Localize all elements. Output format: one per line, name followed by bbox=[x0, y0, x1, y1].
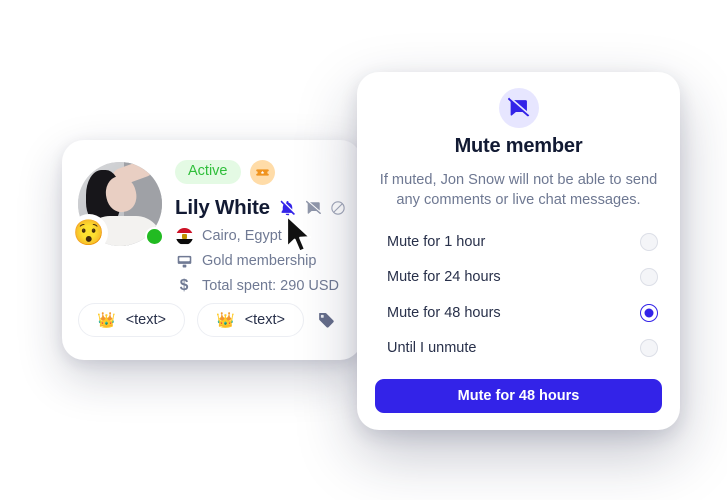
status-row: Active bbox=[175, 158, 362, 186]
tag-icon[interactable] bbox=[316, 310, 337, 331]
flag-egypt-icon bbox=[175, 227, 193, 245]
option-mute-24-hours[interactable]: Mute for 24 hours bbox=[387, 260, 658, 296]
option-label: Mute for 1 hour bbox=[387, 233, 486, 250]
info-row-location: Cairo, Egypt bbox=[175, 226, 362, 246]
screenshot-canvas: 😯 Active Lily White Cairo, Egypt Gold me… bbox=[0, 0, 727, 500]
presence-online-indicator bbox=[145, 227, 164, 246]
member-details: Active Lily White Cairo, Egypt Gold memb… bbox=[175, 158, 362, 296]
crown-icon: 👑 bbox=[216, 311, 235, 329]
option-label: Until I unmute bbox=[387, 340, 477, 357]
tags-row: 👑 <text> 👑 <text> bbox=[78, 303, 337, 337]
dialog-title: Mute member bbox=[454, 135, 583, 157]
radio-until-i-unmute[interactable] bbox=[640, 339, 658, 358]
info-row-membership: Gold membership bbox=[175, 251, 362, 271]
crown-icon: 👑 bbox=[97, 311, 116, 329]
ticket-star-icon[interactable] bbox=[249, 159, 275, 185]
radio-mute-1-hour[interactable] bbox=[640, 232, 658, 251]
location-text: Cairo, Egypt bbox=[202, 228, 282, 244]
member-name: Lily White bbox=[175, 196, 270, 219]
mute-duration-options: Mute for 1 hour Mute for 24 hours Mute f… bbox=[387, 224, 658, 366]
option-mute-48-hours[interactable]: Mute for 48 hours bbox=[387, 295, 658, 331]
name-row: Lily White bbox=[175, 195, 362, 221]
option-mute-1-hour[interactable]: Mute for 1 hour bbox=[387, 224, 658, 260]
status-badge: Active bbox=[175, 160, 241, 184]
mute-member-dialog: Mute member If muted, Jon Snow will not … bbox=[357, 72, 680, 430]
avatar-mood-emoji-badge: 😯 bbox=[70, 214, 108, 252]
total-spent-text: Total spent: 290 USD bbox=[202, 278, 340, 294]
avatar[interactable]: 😯 bbox=[70, 162, 164, 252]
monitor-icon bbox=[175, 253, 193, 270]
dollar-icon: $ bbox=[179, 277, 189, 295]
option-until-i-unmute[interactable]: Until I unmute bbox=[387, 331, 658, 367]
tag-chip[interactable]: 👑 <text> bbox=[78, 303, 185, 337]
option-label: Mute for 24 hours bbox=[387, 269, 501, 286]
tag-chip[interactable]: 👑 <text> bbox=[197, 303, 304, 337]
tag-chip-label: <text> bbox=[125, 312, 166, 328]
radio-mute-48-hours[interactable] bbox=[640, 303, 658, 322]
chat-muted-icon[interactable] bbox=[305, 199, 322, 217]
membership-text: Gold membership bbox=[202, 253, 317, 269]
confirm-mute-button[interactable]: Mute for 48 hours bbox=[375, 379, 662, 413]
info-row-total-spent: $ Total spent: 290 USD bbox=[175, 276, 362, 296]
option-label: Mute for 48 hours bbox=[387, 304, 501, 321]
tag-chip-label: <text> bbox=[244, 312, 285, 328]
bell-muted-icon[interactable] bbox=[278, 199, 297, 218]
member-profile-card: 😯 Active Lily White Cairo, Egypt Gold me… bbox=[62, 140, 362, 360]
chat-muted-icon bbox=[498, 88, 539, 128]
dialog-description: If muted, Jon Snow will not be able to s… bbox=[379, 172, 658, 208]
block-icon[interactable] bbox=[330, 200, 346, 216]
radio-mute-24-hours[interactable] bbox=[640, 268, 658, 287]
